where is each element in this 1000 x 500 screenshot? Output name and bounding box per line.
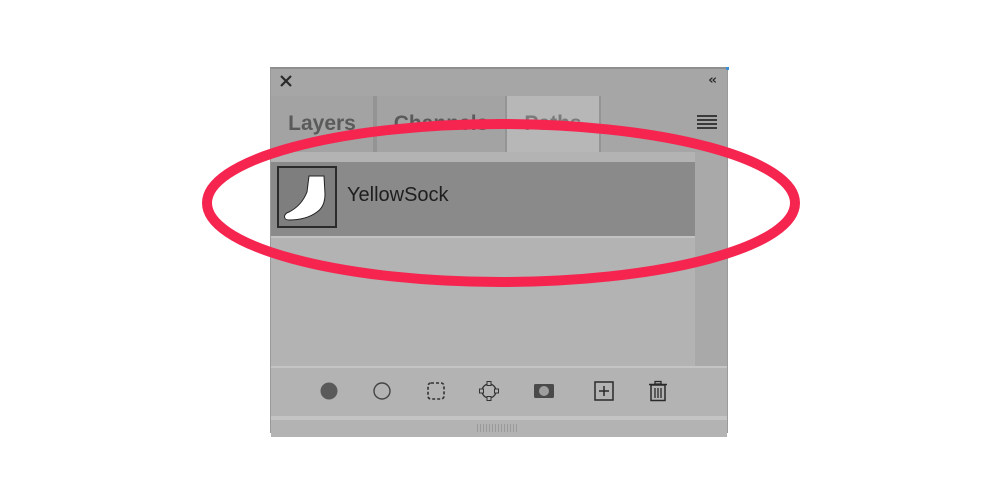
stroke-path-icon[interactable] bbox=[371, 380, 393, 402]
panel-resize-bar bbox=[271, 416, 727, 437]
paths-toolbar bbox=[271, 366, 727, 416]
panel-title-bar: ‹‹ bbox=[271, 67, 729, 96]
paths-scrollbar[interactable] bbox=[695, 152, 727, 366]
add-mask-icon[interactable] bbox=[533, 380, 555, 402]
paths-panel: ‹‹ Layers Channels Paths YellowSock bbox=[270, 67, 729, 437]
paths-list: YellowSock bbox=[271, 152, 727, 366]
panel-tabs: Layers Channels Paths bbox=[271, 96, 727, 152]
hamburger-menu-icon[interactable] bbox=[697, 115, 717, 129]
tab-paths[interactable]: Paths bbox=[507, 96, 601, 152]
sock-path-thumbnail[interactable] bbox=[277, 166, 337, 228]
tab-channels[interactable]: Channels bbox=[375, 96, 507, 152]
delete-path-icon[interactable] bbox=[647, 380, 669, 402]
collapse-panel-button[interactable]: ‹‹ bbox=[708, 73, 717, 88]
make-work-path-icon[interactable] bbox=[478, 380, 500, 402]
path-name-label[interactable]: YellowSock bbox=[347, 184, 449, 207]
resize-grip[interactable] bbox=[477, 424, 517, 432]
tab-layers[interactable]: Layers bbox=[271, 96, 375, 152]
fill-path-icon[interactable] bbox=[318, 380, 340, 402]
load-path-as-selection-icon[interactable] bbox=[425, 380, 447, 402]
create-new-path-icon[interactable] bbox=[593, 380, 615, 402]
close-icon[interactable] bbox=[279, 74, 293, 88]
path-row-yellowsock[interactable]: YellowSock bbox=[271, 162, 695, 238]
sock-shape-icon bbox=[284, 175, 326, 221]
corner-accent bbox=[726, 67, 729, 70]
